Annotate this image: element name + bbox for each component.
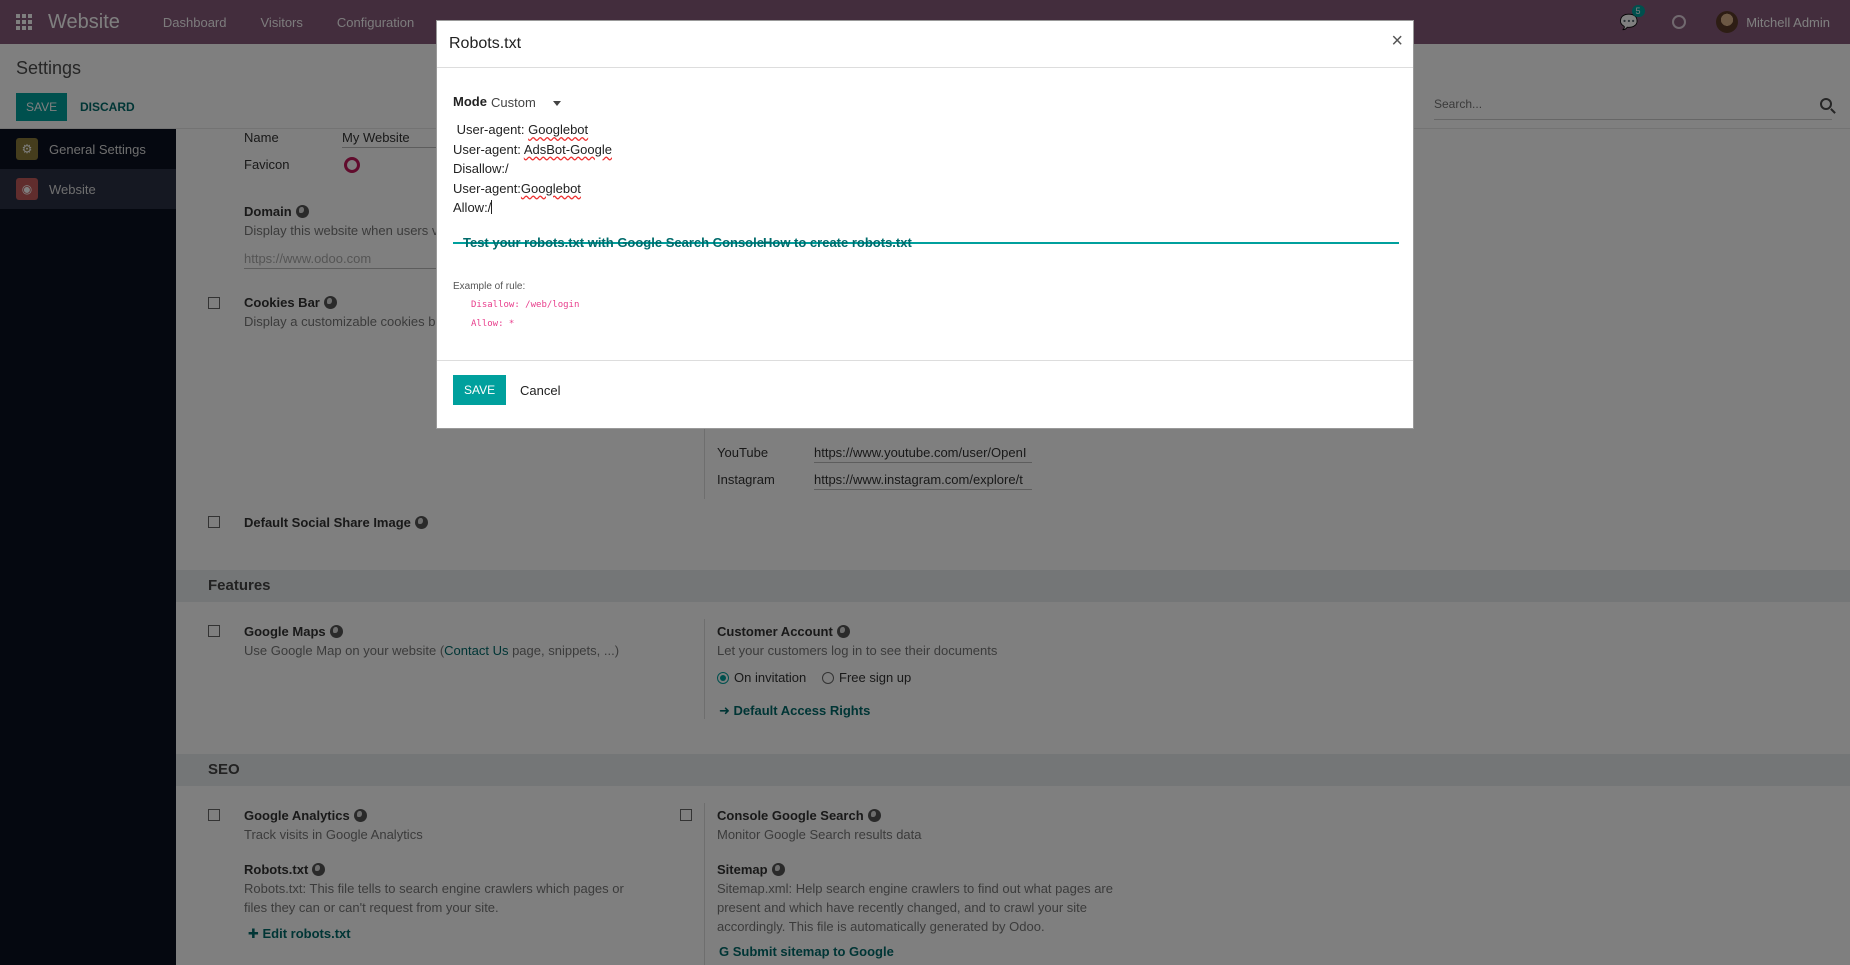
dialog-save-button[interactable]: SAVE — [453, 375, 507, 405]
dialog-footer: SAVE Cancel — [437, 361, 1413, 428]
test-robots-link[interactable]: Test your robots.txt with Google Search … — [463, 235, 764, 250]
robots-line: User-agent: Googlebot — [453, 122, 589, 137]
robots-textarea[interactable]: User-agent: Googlebot User-agent: AdsBot… — [453, 120, 1399, 244]
dialog-title: Robots.txt — [449, 35, 522, 52]
dialog-header: Robots.txt × — [437, 21, 1413, 68]
example-label: Example of rule: — [453, 281, 526, 292]
example-code-line: Allow: * — [471, 319, 515, 329]
close-icon[interactable]: × — [1391, 31, 1403, 51]
howto-robots-link[interactable]: How to create robots.txt — [763, 235, 912, 250]
robots-line: User-agent:Googlebot — [453, 180, 581, 196]
text-cursor — [491, 200, 493, 214]
dialog-cancel-button[interactable]: Cancel — [520, 383, 560, 398]
dialog-body: Mode Custom User-agent: Googlebot User-a… — [437, 68, 1413, 361]
mode-select[interactable]: Custom — [491, 95, 536, 110]
robots-line: Allow:/ — [453, 200, 493, 215]
robots-line: Disallow:/ — [453, 161, 509, 176]
chevron-down-icon[interactable] — [553, 101, 561, 106]
mode-label: Mode — [453, 94, 487, 109]
example-code-line: Disallow: /web/login — [471, 300, 580, 310]
robots-line: User-agent: AdsBot-Google — [453, 141, 612, 157]
robots-dialog: Robots.txt × Mode Custom User-agent: Goo… — [436, 20, 1414, 429]
